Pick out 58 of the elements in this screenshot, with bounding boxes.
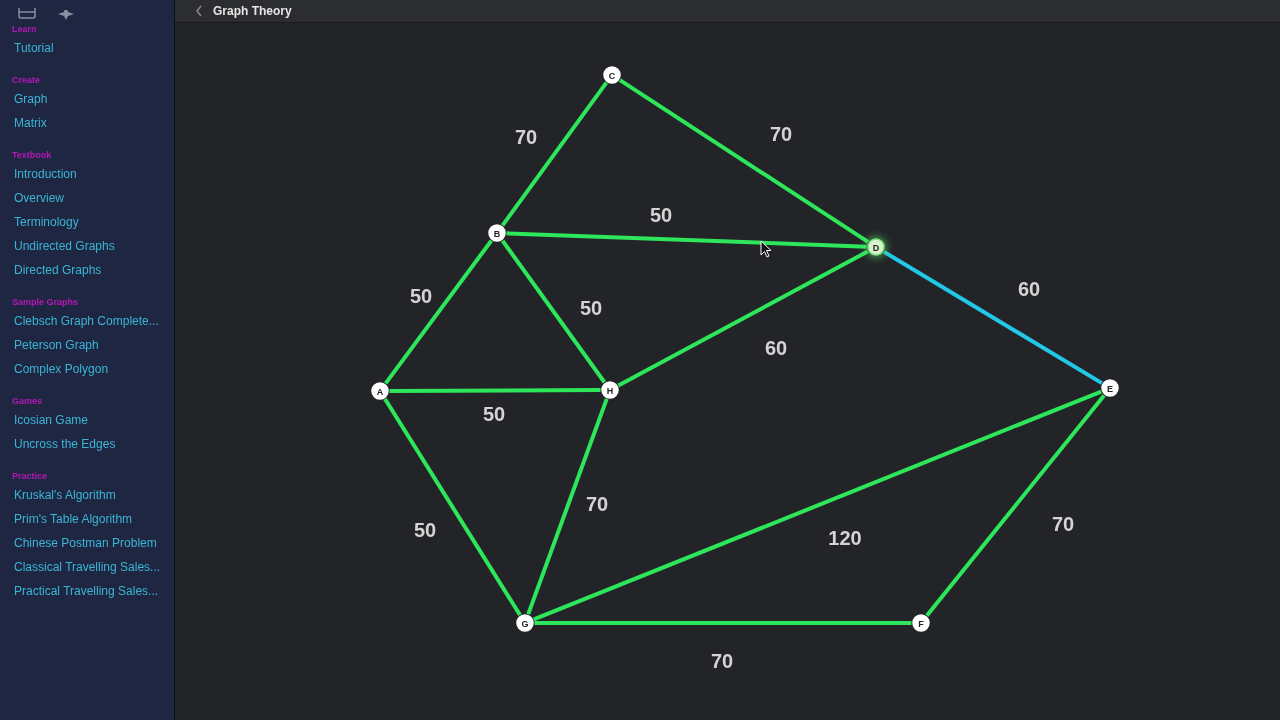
cursor-icon (760, 240, 772, 258)
sidebar-link[interactable]: Graph (14, 92, 174, 106)
back-chevron-icon[interactable] (195, 5, 203, 17)
edge-weight: 70 (769, 123, 793, 145)
sidebar-link[interactable]: Terminology (14, 215, 174, 229)
graph-node[interactable]: C (603, 66, 621, 84)
edge-weight: 70 (710, 650, 734, 672)
section-heading: Sample Graphs (12, 297, 80, 308)
graph-node[interactable]: F (912, 614, 930, 632)
graph-node[interactable]: B (488, 224, 506, 242)
sidebar-link[interactable]: Tutorial (14, 41, 174, 55)
graph-edge[interactable] (883, 250, 1103, 385)
sidebar-link[interactable]: Undirected Graphs (14, 239, 174, 253)
edge-weight: 50 (482, 403, 506, 425)
graph-edge[interactable] (506, 231, 867, 249)
sidebar-link[interactable]: Uncross the Edges (14, 437, 174, 451)
sparkle-icon[interactable] (58, 10, 74, 20)
edge-weight: 50 (579, 297, 603, 319)
graph-edge[interactable] (500, 81, 609, 227)
edge-weight: 70 (514, 126, 538, 148)
edge-weight: 120 (828, 527, 862, 549)
section-heading: Practice (12, 471, 49, 482)
graph-edge[interactable] (389, 388, 601, 393)
sidebar-link[interactable]: Clebsch Graph Complete... (14, 314, 174, 328)
graph-edge[interactable] (925, 394, 1106, 617)
sidebar-link[interactable]: Peterson Graph (14, 338, 174, 352)
edge-weight: 60 (764, 337, 788, 359)
sidebar-link[interactable]: Practical Travelling Sales... (14, 584, 174, 598)
graph-edge[interactable] (383, 398, 522, 616)
edge-weight: 60 (1017, 278, 1041, 300)
section-heading: Games (12, 396, 44, 407)
graph-node[interactable]: E (1101, 379, 1119, 397)
sidebar-link[interactable]: Matrix (14, 116, 174, 130)
edge-weight: 50 (413, 519, 437, 541)
edge-weight: 70 (585, 493, 609, 515)
sidebar-link[interactable]: Directed Graphs (14, 263, 174, 277)
section-heading: Create (12, 75, 41, 86)
sidebar-link[interactable]: Introduction (14, 167, 174, 181)
page-title: Graph Theory (213, 4, 292, 18)
section-heading: Learn (12, 24, 38, 35)
sidebar-link[interactable]: Complex Polygon (14, 362, 174, 376)
sidebar-link[interactable]: Kruskal's Algorithm (14, 488, 174, 502)
graph-edge[interactable] (526, 398, 609, 615)
sidebar-link[interactable]: Chinese Postman Problem (14, 536, 174, 550)
sidebar-link[interactable]: Icosian Game (14, 413, 174, 427)
edge-weight: 70 (1051, 513, 1075, 535)
graph-node[interactable]: G (516, 614, 534, 632)
graph-node[interactable]: H (601, 381, 619, 399)
section-heading: Textbook (12, 150, 53, 161)
edge-weight: 50 (409, 285, 433, 307)
graph-node[interactable]: A (371, 382, 389, 400)
edge-weight: 50 (649, 204, 673, 226)
sidebar-link[interactable]: Prim's Table Algorithm (14, 512, 174, 526)
sidebar-link[interactable]: Overview (14, 191, 174, 205)
graph-node[interactable]: D (866, 237, 886, 257)
sidebar-toggle-icon[interactable] (18, 8, 36, 20)
graph-edge[interactable] (384, 239, 493, 385)
sidebar-link[interactable]: Classical Travelling Sales... (14, 560, 174, 574)
